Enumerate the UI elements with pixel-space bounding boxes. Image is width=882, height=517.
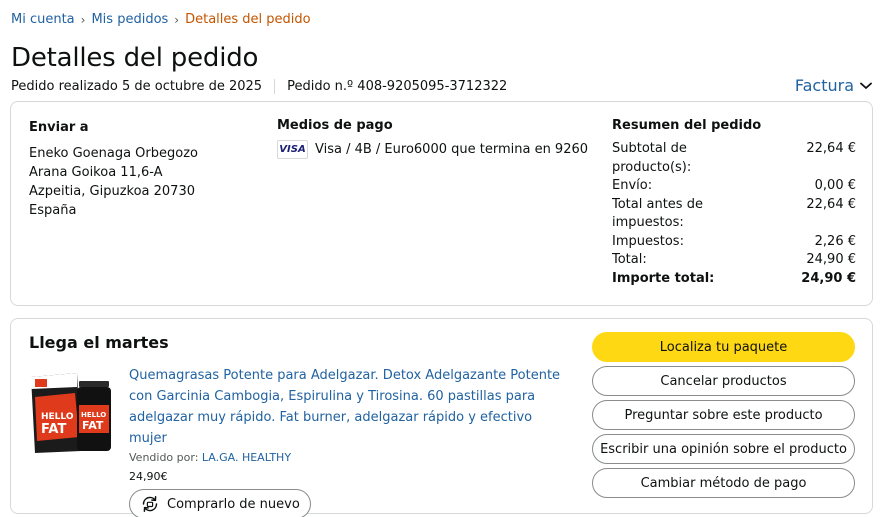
visa-card-icon: VISA [277,140,308,159]
breadcrumb-separator: › [80,12,86,27]
meta-divider [274,79,276,94]
order-number: Pedido n.º 408-9205095-3712322 [287,79,508,94]
summary-row: Total antes de impuestos: 22,64 € [612,196,856,233]
sold-by: Vendido por: LA.GA. HEALTHY [129,451,569,464]
payment-method: Medios de pago VISA Visa / 4B / Euro6000… [277,118,588,159]
summary-row: Envío: 0,00 € [612,177,856,196]
svg-text:HELLO: HELLO [81,411,106,419]
product-info: Quemagrasas Potente para Adelgazar. Deto… [129,365,569,517]
buy-again-button[interactable]: Comprarlo de nuevo [129,489,311,517]
order-actions: Localiza tu paquete Cancelar productos P… [592,332,855,502]
summary-label: Total: [612,252,647,267]
delivery-status: Llega el martes [29,333,169,352]
summary-value: 24,90 € [801,270,856,286]
payment-description: Visa / 4B / Euro6000 que termina en 9260 [315,142,589,157]
order-summary-card: Enviar a Eneko Goenaga Orbegozo Arana Go… [10,101,873,306]
breadcrumb-separator: › [174,12,180,27]
breadcrumb-current: Detalles del pedido [185,12,311,27]
page-title: Detalles del pedido [11,43,259,73]
summary-value: 2,26 € [814,233,856,249]
summary-row: Subtotal de producto(s): 22,64 € [612,140,856,177]
product-title-link[interactable]: Quemagrasas Potente para Adelgazar. Deto… [129,365,569,449]
cancel-items-button[interactable]: Cancelar productos [592,366,855,396]
summary-row: Total: 24,90 € [612,251,856,270]
address-street: Arana Goikoa 11,6-A [29,165,163,180]
order-date: Pedido realizado 5 de octubre de 2025 [11,79,263,94]
change-payment-button[interactable]: Cambiar método de pago [592,468,855,498]
summary-value: 22,64 € [806,196,856,212]
summary-label: Subtotal de producto(s): [612,141,692,175]
svg-text:FAT: FAT [82,419,104,432]
summary-value: 24,90 € [806,252,856,267]
summary-grand-total-row: Importe total: 24,90 € [612,270,856,289]
order-meta: Pedido realizado 5 de octubre de 2025 Pe… [11,79,507,94]
ask-question-button[interactable]: Preguntar sobre este producto [592,400,855,430]
summary-heading: Resumen del pedido [612,118,762,133]
summary-value: 0,00 € [814,178,856,193]
breadcrumb: Mi cuenta › Mis pedidos › Detalles del p… [11,12,311,27]
summary-label: Total antes de impuestos: [612,196,703,231]
invoice-dropdown[interactable]: Factura [795,76,872,95]
product-image[interactable]: HELLO FAT HELLO FAT [27,367,117,457]
address-country: España [29,203,77,218]
seller-link[interactable]: LA.GA. HEALTHY [202,451,291,464]
order-totals: Resumen del pedido Subtotal de producto(… [612,118,856,288]
summary-row: Impuestos: 2,26 € [612,233,856,252]
summary-value: 22,64 € [806,141,856,156]
shipping-heading: Enviar a [29,120,89,135]
summary-label: Importe total: [612,270,715,286]
sold-by-label: Vendido por: [129,451,199,464]
breadcrumb-my-orders[interactable]: Mis pedidos [91,12,168,27]
shipping-address: Enviar a Eneko Goenaga Orbegozo Arana Go… [29,118,198,220]
address-name: Eneko Goenaga Orbegozo [29,146,198,161]
summary-label: Impuestos: [612,233,684,249]
buy-again-label: Comprarlo de nuevo [167,496,300,512]
svg-text:FAT: FAT [41,422,66,437]
invoice-label: Factura [794,76,854,95]
track-package-button[interactable]: Localiza tu paquete [592,332,855,362]
reorder-icon [140,494,160,514]
address-city: Azpeitia, Gipuzkoa 20730 [29,184,195,199]
product-price: 24,90€ [129,470,168,483]
breadcrumb-my-account[interactable]: Mi cuenta [11,12,75,27]
delivery-card: Llega el martes HELLO FAT HELLO FAT Quem… [10,318,873,517]
svg-text:HELLO: HELLO [41,412,74,422]
chevron-down-icon [860,82,872,89]
payment-heading: Medios de pago [277,118,393,133]
summary-label: Envío: [612,178,653,193]
write-review-button[interactable]: Escribir una opinión sobre el producto [592,434,855,464]
